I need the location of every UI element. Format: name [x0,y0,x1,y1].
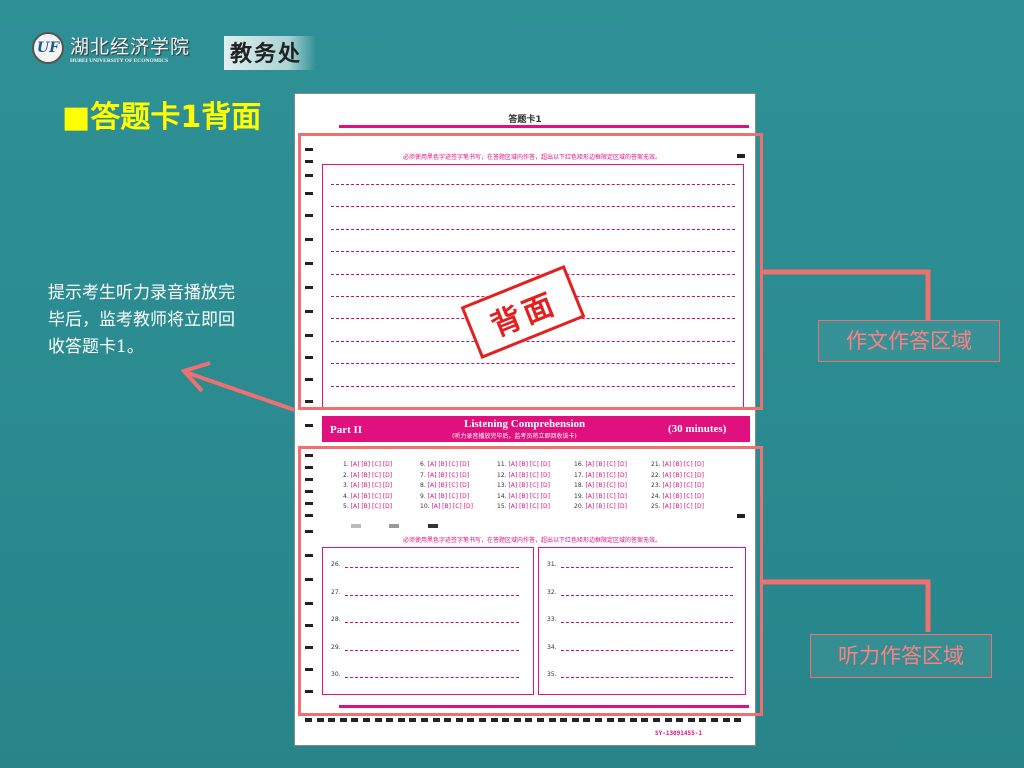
bottom-mark [502,718,510,722]
bottom-mark [560,718,568,722]
bottom-mark [571,718,579,722]
bottom-mark [699,718,707,722]
department-name: 教务处 [224,36,317,70]
bottom-mark [432,718,440,722]
timing-mark [305,424,313,427]
slide-title: ■答题卡1背面 [62,92,261,136]
university-name-cn: 湖北经济学院 [70,36,191,58]
bottom-mark [305,718,312,722]
bottom-mark [537,718,544,722]
part-label: Part II [330,424,363,436]
title-bullet: ■ [62,100,91,135]
logo: UF 湖北经济学院 HUBEI UNIVERSITY OF ECONOMICS … [28,30,348,72]
part-title: Listening Comprehension [464,418,586,430]
bottom-mark [374,718,382,722]
bottom-mark [339,718,347,722]
bottom-mark [595,718,602,722]
bottom-mark [618,718,626,722]
title-text: 答题卡1背面 [90,100,262,135]
listening-area-label: 听力作答区域 [810,634,992,678]
bottom-mark [687,718,695,722]
serial-number: SY-13091455-1 [655,730,702,737]
bottom-mark [676,718,684,722]
sheet-header: 答题卡1 [508,115,542,125]
bottom-mark [653,718,660,722]
part-time: (30 minutes) [668,423,727,435]
bottom-mark [351,718,359,722]
listening-area-highlight [298,446,763,716]
bottom-mark [444,718,452,722]
bottom-mark [734,718,742,722]
instruction-note: 提示考生听力录音播放完毕后，监考教师将立即回收答题卡1。 [48,283,235,357]
bottom-mark [513,718,521,722]
writing-area-highlight [298,133,763,410]
part-ii-bar: Part II Listening Comprehension (听力录音播放完… [322,416,750,442]
part-subtitle: (听力录音播放完毕后，监考员将立即回收该卡) [452,433,577,440]
bottom-mark [397,718,405,722]
bottom-mark [479,718,486,722]
bottom-mark [606,718,614,722]
bottom-mark [467,718,475,722]
bottom-mark [490,718,498,722]
bottom-mark [722,718,730,722]
bottom-mark [548,718,556,722]
bottom-mark [421,718,428,722]
bottom-mark [316,718,324,722]
bottom-mark [386,718,394,722]
bottom-mark [455,718,463,722]
bottom-mark [711,718,718,722]
bottom-mark [583,718,591,722]
writing-area-label: 作文作答区域 [818,320,1000,362]
bottom-mark [363,718,370,722]
bottom-mark [629,718,637,722]
university-name-en: HUBEI UNIVERSITY OF ECONOMICS [70,58,169,64]
bottom-mark [525,718,533,722]
bottom-mark [409,718,417,722]
bottom-mark [641,718,649,722]
university-emblem-icon: UF [32,32,64,64]
bottom-mark [328,718,336,722]
bottom-mark [664,718,672,722]
header-rule [339,125,749,128]
